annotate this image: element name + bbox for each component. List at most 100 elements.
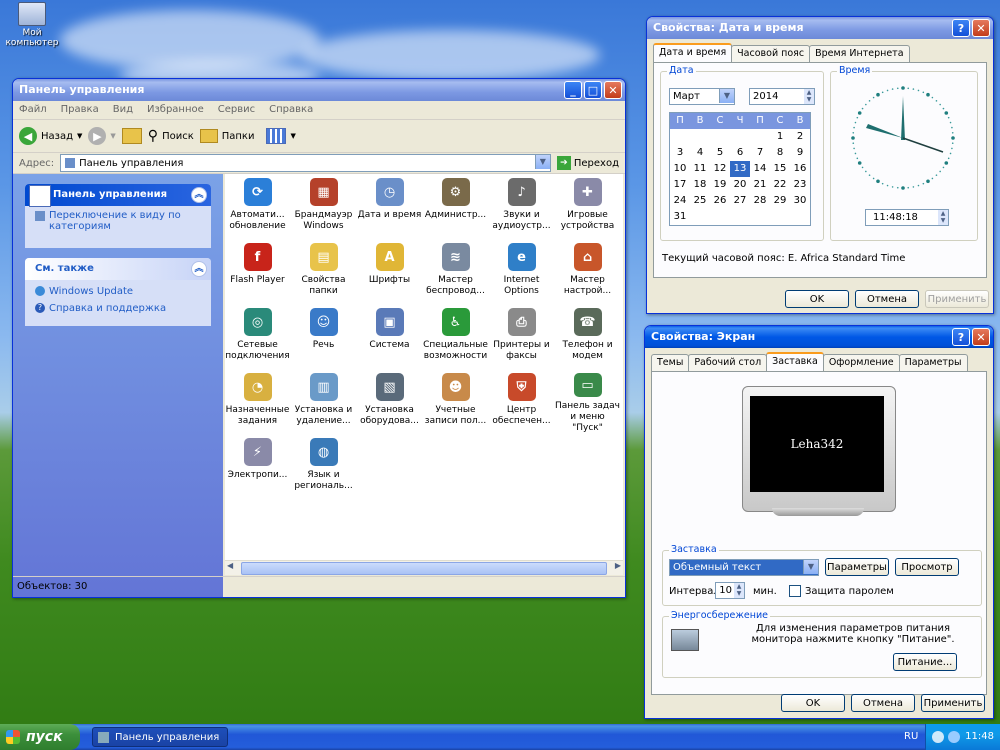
control-panel-item[interactable]: ✚ Игровые устройства	[555, 174, 620, 239]
calendar-day[interactable]: 24	[670, 193, 690, 209]
calendar-day[interactable]: 21	[750, 177, 770, 193]
collapse-chevron-icon[interactable]: ︽	[191, 261, 207, 277]
menu-file[interactable]: Файл	[19, 101, 47, 119]
ok-button[interactable]: OK	[785, 290, 849, 308]
spinner-arrows-icon[interactable]: ▲ ▼	[734, 583, 744, 598]
apply-button[interactable]: Применить	[921, 694, 985, 712]
tab-settings[interactable]: Параметры	[898, 354, 968, 371]
display-titlebar[interactable]: Свойства: Экран ? ✕	[645, 326, 993, 348]
calendar-day[interactable]: 6	[730, 145, 750, 161]
calendar-day[interactable]: 8	[770, 145, 790, 161]
screensaver-select[interactable]: Объемный текст ▼	[669, 559, 819, 576]
calendar-day[interactable]: 31	[670, 209, 690, 225]
clock[interactable]: 11:48	[965, 724, 994, 750]
tray-volume-icon[interactable]	[948, 731, 960, 743]
interval-spinner[interactable]: 10 ▲ ▼	[715, 582, 745, 599]
control-panel-item[interactable]: ⟳ Автомати... обновление	[225, 174, 290, 239]
tab-timezone[interactable]: Часовой пояс	[731, 45, 811, 62]
calendar-day[interactable]: 10	[670, 161, 690, 177]
calendar-day[interactable]: 19	[710, 177, 730, 193]
scroll-right-arrow-icon[interactable]: ▶	[615, 561, 621, 570]
control-panel-item[interactable]: ☎ Телефон и модем	[555, 304, 620, 369]
menu-tools[interactable]: Сервис	[218, 101, 255, 119]
see-also-header[interactable]: См. также ︽	[25, 258, 211, 280]
settings-button[interactable]: Параметры	[825, 558, 889, 576]
control-panel-item[interactable]: ▤ Свойства папки	[291, 239, 356, 304]
switch-category-view-link[interactable]: Переключение к виду по категориям	[25, 206, 211, 236]
control-panel-item[interactable]: ▧ Установка оборудова...	[357, 369, 422, 434]
calendar-day[interactable]: 30	[790, 193, 810, 209]
month-select[interactable]: Март ▼	[669, 88, 735, 105]
preview-button[interactable]: Просмотр	[895, 558, 959, 576]
control-panel-item[interactable]: ◎ Сетевые подключения	[225, 304, 290, 369]
up-folder-button[interactable]	[121, 128, 142, 144]
control-panel-item[interactable]: ▦ Брандмауэр Windows	[291, 174, 356, 239]
forward-button[interactable]: ▶ ▼	[88, 127, 116, 145]
back-button[interactable]: ◀ Назад ▼	[19, 127, 82, 145]
calendar-day[interactable]: 20	[730, 177, 750, 193]
control-panel-item[interactable]: A Шрифты	[357, 239, 422, 304]
calendar-day[interactable]: 22	[770, 177, 790, 193]
control-panel-item[interactable]: ⌂ Мастер настрой...	[555, 239, 620, 304]
calendar-day[interactable]: 29	[770, 193, 790, 209]
calendar-day[interactable]: 27	[730, 193, 750, 209]
calendar-day[interactable]: 28	[750, 193, 770, 209]
ok-button[interactable]: OK	[781, 694, 845, 712]
maximize-button[interactable]: □	[584, 81, 602, 99]
spinner-arrows-icon[interactable]: ▲ ▼	[804, 89, 814, 104]
password-checkbox[interactable]	[789, 585, 801, 597]
menu-view[interactable]: Вид	[113, 101, 133, 119]
calendar-day[interactable]: 4	[690, 145, 710, 161]
spinner-arrows-icon[interactable]: ▲ ▼	[938, 210, 948, 225]
tab-screensaver[interactable]: Заставка	[766, 352, 824, 371]
help-button[interactable]: ?	[952, 328, 970, 346]
control-panel-item[interactable]: ▭ Панель задач и меню "Пуск"	[555, 369, 620, 434]
horizontal-scrollbar[interactable]: ◀ ▶	[225, 560, 623, 575]
control-panel-item[interactable]: f Flash Player	[225, 239, 290, 304]
control-panel-item[interactable]: ▥ Установка и удаление...	[291, 369, 356, 434]
tab-desktop[interactable]: Рабочий стол	[688, 354, 768, 371]
my-computer-desktop-icon[interactable]: Мой компьютер	[4, 2, 60, 48]
year-spinner[interactable]: 2014 ▲ ▼	[749, 88, 815, 105]
calendar-day[interactable]: 11	[690, 161, 710, 177]
calendar-day[interactable]: 5	[710, 145, 730, 161]
control-panel-item[interactable]: ♿ Специальные возможности	[423, 304, 488, 369]
scroll-left-arrow-icon[interactable]: ◀	[227, 561, 233, 570]
tab-appearance[interactable]: Оформление	[822, 354, 900, 371]
tab-date-time[interactable]: Дата и время	[653, 43, 733, 62]
taskbox-header[interactable]: Панель управления ︽	[25, 184, 211, 207]
month-dropdown-button[interactable]: ▼	[719, 89, 734, 103]
apply-button[interactable]: Применить	[925, 290, 989, 308]
calendar-day[interactable]: 18	[690, 177, 710, 193]
control-panel-item[interactable]: ⚡ Электропи...	[225, 434, 290, 499]
calendar-day[interactable]: 7	[750, 145, 770, 161]
screensaver-dropdown-button[interactable]: ▼	[803, 560, 818, 574]
taskbar-task-control-panel[interactable]: Панель управления	[92, 727, 228, 747]
close-button[interactable]: ✕	[972, 19, 990, 37]
control-panel-item[interactable]: ◔ Назначенные задания	[225, 369, 290, 434]
control-panel-item[interactable]: ▣ Система	[357, 304, 422, 369]
calendar-day[interactable]: 15	[770, 161, 790, 177]
control-panel-item[interactable]: ⎙ Принтеры и факсы	[489, 304, 554, 369]
calendar-day[interactable]: 12	[710, 161, 730, 177]
control-panel-item[interactable]: ≋ Мастер беспровод...	[423, 239, 488, 304]
calendar-day[interactable]: 17	[670, 177, 690, 193]
help-support-link[interactable]: ? Справка и поддержка	[25, 301, 211, 318]
close-button[interactable]: ✕	[604, 81, 622, 99]
language-indicator[interactable]: RU	[904, 724, 918, 750]
calendar-day[interactable]: 2	[790, 129, 810, 145]
go-button[interactable]: ➔ Переход	[556, 156, 625, 170]
tab-internet-time[interactable]: Время Интернета	[809, 45, 910, 62]
control-panel-item[interactable]: ☺ Речь	[291, 304, 356, 369]
control-panel-item[interactable]: ☻ Учетные записи пол...	[423, 369, 488, 434]
calendar-day[interactable]: 3	[670, 145, 690, 161]
calendar-day[interactable]: 16	[790, 161, 810, 177]
minimize-button[interactable]: _	[564, 81, 582, 99]
control-panel-item[interactable]: ◍ Язык и региональ...	[291, 434, 356, 499]
time-spinner[interactable]: 11:48:18 ▲ ▼	[865, 209, 949, 226]
windows-update-link[interactable]: Windows Update	[25, 280, 211, 301]
calendar-day[interactable]: 9	[790, 145, 810, 161]
calendar-day[interactable]: 23	[790, 177, 810, 193]
control-panel-item[interactable]: ⚙ Администр...	[423, 174, 488, 239]
calendar-day[interactable]: 1	[770, 129, 790, 145]
